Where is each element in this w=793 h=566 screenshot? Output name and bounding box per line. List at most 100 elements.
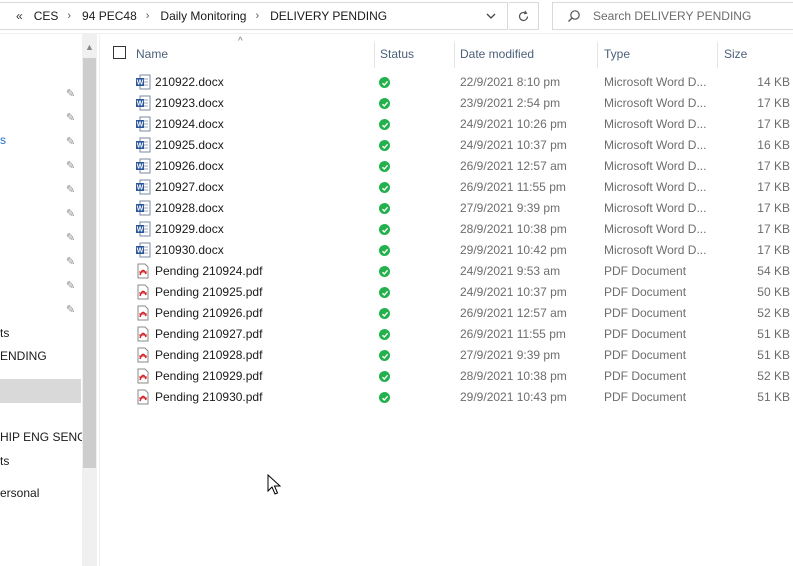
select-all-checkbox[interactable] (113, 46, 126, 59)
file-row[interactable]: W 210923.docx 23/9/2021 2:54 pm Microsoft W… (100, 93, 793, 114)
file-row[interactable]: W 210922.docx 22/9/2021 8:10 pm Microsoft W… (100, 72, 793, 93)
sync-status-ok-icon (379, 350, 390, 361)
nav-item-personal[interactable]: ersonal (0, 486, 39, 500)
nav-item-delivery-pending[interactable]: ENDING (0, 349, 47, 363)
file-name[interactable]: Pending 210926.pdf (155, 306, 262, 320)
pin-icon[interactable]: ✎ (66, 184, 78, 196)
column-header-date-modified[interactable]: Date modified (460, 47, 534, 61)
scrollbar-thumb[interactable] (83, 58, 96, 468)
file-row[interactable]: Pending 210925.pdf 24/9/2021 10:37 pm PDF … (100, 282, 793, 303)
file-date-modified: 27/9/2021 9:39 pm (460, 201, 561, 215)
word-document-icon: W (135, 137, 151, 153)
file-name[interactable]: 210930.docx (155, 243, 224, 257)
file-name[interactable]: Pending 210927.pdf (155, 327, 262, 341)
pdf-document-icon (135, 284, 151, 300)
column-header-status[interactable]: Status (380, 47, 414, 61)
svg-text:W: W (137, 101, 144, 108)
nav-item-quick-access[interactable]: s (0, 133, 6, 147)
breadcrumb-item-ces[interactable]: CES (34, 9, 59, 23)
file-row[interactable]: W 210925.docx 24/9/2021 10:37 pm Microsoft … (100, 135, 793, 156)
file-name[interactable]: 210929.docx (155, 222, 224, 236)
pin-icon[interactable]: ✎ (66, 112, 78, 124)
file-row[interactable]: Pending 210929.pdf 28/9/2021 10:38 pm PDF … (100, 366, 793, 387)
file-name[interactable]: Pending 210928.pdf (155, 348, 262, 362)
file-name[interactable]: 210927.docx (155, 180, 224, 194)
file-row[interactable]: Pending 210930.pdf 29/9/2021 10:43 pm PDF … (100, 387, 793, 408)
svg-text:W: W (137, 227, 144, 234)
column-divider[interactable] (597, 42, 598, 68)
breadcrumb-overflow-button[interactable]: « (16, 9, 23, 23)
address-bar[interactable]: « CES › 94 PEC48 › Daily Monitoring › DE… (0, 2, 508, 30)
file-name[interactable]: Pending 210929.pdf (155, 369, 262, 383)
file-size: 16 KB (757, 138, 790, 152)
column-header-name[interactable]: Name (136, 47, 168, 61)
column-divider[interactable] (454, 42, 455, 68)
pin-icon[interactable]: ✎ (66, 232, 78, 244)
file-date-modified: 23/9/2021 2:54 pm (460, 96, 561, 110)
file-date-modified: 29/9/2021 10:43 pm (460, 390, 567, 404)
file-row[interactable]: W 210924.docx 24/9/2021 10:26 pm Microsoft … (100, 114, 793, 135)
file-row[interactable]: W 210928.docx 27/9/2021 9:39 pm Microsoft W… (100, 198, 793, 219)
file-type: Microsoft Word D... (604, 75, 707, 89)
sync-status-ok-icon (379, 119, 390, 130)
file-row[interactable]: Pending 210924.pdf 24/9/2021 9:53 am PDF D… (100, 261, 793, 282)
word-document-icon: W (135, 116, 151, 132)
chevron-right-icon[interactable]: › (255, 10, 259, 22)
file-row[interactable]: Pending 210928.pdf 27/9/2021 9:39 pm PDF D… (100, 345, 793, 366)
file-size: 50 KB (757, 285, 790, 299)
sync-status-ok-icon (379, 329, 390, 340)
sync-status-ok-icon (379, 224, 390, 235)
pin-icon[interactable]: ✎ (66, 136, 78, 148)
search-box[interactable]: Search DELIVERY PENDING (552, 2, 793, 30)
file-type: PDF Document (604, 369, 687, 383)
file-row[interactable]: W 210929.docx 28/9/2021 10:38 pm Microsoft … (100, 219, 793, 240)
column-headers: ^ Name Status Date modified Type Size (100, 36, 793, 70)
file-row[interactable]: Pending 210926.pdf 26/9/2021 12:57 am PDF … (100, 303, 793, 324)
breadcrumb-item-94-pec48[interactable]: 94 PEC48 (82, 9, 137, 23)
column-divider[interactable] (717, 42, 718, 68)
refresh-button[interactable] (509, 2, 539, 30)
file-type: PDF Document (604, 348, 687, 362)
column-header-size[interactable]: Size (724, 47, 747, 61)
pdf-document-icon (135, 389, 151, 405)
file-name[interactable]: 210925.docx (155, 138, 224, 152)
column-divider[interactable] (374, 42, 375, 68)
pin-icon[interactable]: ✎ (66, 280, 78, 292)
scroll-up-arrow-icon[interactable]: ▲ (82, 42, 97, 54)
file-name[interactable]: 210924.docx (155, 117, 224, 131)
pin-icon[interactable]: ✎ (66, 256, 78, 268)
nav-item-documents[interactable]: ts (0, 326, 9, 340)
pin-icon[interactable]: ✎ (66, 88, 78, 100)
file-row[interactable]: Pending 210927.pdf 26/9/2021 11:55 pm PDF … (100, 324, 793, 345)
file-date-modified: 24/9/2021 10:37 pm (460, 138, 567, 152)
chevron-down-icon[interactable] (485, 10, 497, 22)
sync-status-ok-icon (379, 140, 390, 151)
pin-icon[interactable]: ✎ (66, 208, 78, 220)
file-row[interactable]: W 210927.docx 26/9/2021 11:55 pm Microsoft … (100, 177, 793, 198)
breadcrumb-item-daily-monitoring[interactable]: Daily Monitoring (160, 9, 246, 23)
pin-icon[interactable]: ✎ (66, 304, 78, 316)
file-name[interactable]: 210923.docx (155, 96, 224, 110)
chevron-right-icon[interactable]: › (67, 10, 71, 22)
file-row[interactable]: W 210926.docx 26/9/2021 12:57 am Microsoft … (100, 156, 793, 177)
file-name[interactable]: 210922.docx (155, 75, 224, 89)
file-name[interactable]: 210928.docx (155, 201, 224, 215)
nav-item-hip-eng-seng[interactable]: HIP ENG SENG (0, 430, 86, 444)
file-type: PDF Document (604, 306, 687, 320)
chevron-right-icon[interactable]: › (146, 10, 150, 22)
file-type: Microsoft Word D... (604, 180, 707, 194)
breadcrumb-item-delivery-pending[interactable]: DELIVERY PENDING (270, 9, 387, 23)
sync-status-ok-icon (379, 266, 390, 277)
nav-item-ts[interactable]: ts (0, 454, 9, 468)
file-name[interactable]: 210926.docx (155, 159, 224, 173)
file-name[interactable]: Pending 210924.pdf (155, 264, 262, 278)
word-document-icon: W (135, 242, 151, 258)
column-header-type[interactable]: Type (604, 47, 630, 61)
file-name[interactable]: Pending 210930.pdf (155, 390, 262, 404)
search-input[interactable]: Search DELIVERY PENDING (593, 9, 751, 23)
pin-icon[interactable]: ✎ (66, 160, 78, 172)
file-name[interactable]: Pending 210925.pdf (155, 285, 262, 299)
file-row[interactable]: W 210930.docx 29/9/2021 10:42 pm Microsoft … (100, 240, 793, 261)
file-date-modified: 24/9/2021 10:26 pm (460, 117, 567, 131)
nav-scrollbar[interactable]: ▲ (82, 34, 97, 566)
